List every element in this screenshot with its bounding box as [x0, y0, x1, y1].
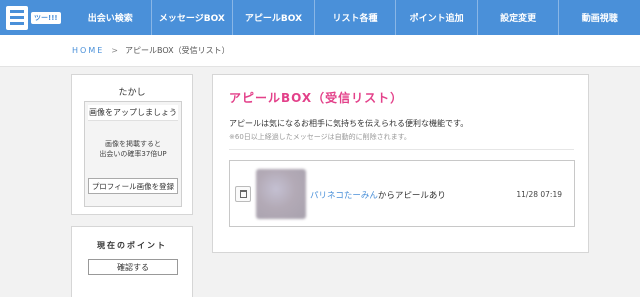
- list-item: パリネコたーみんからアピールあり 11/28 07:19: [229, 160, 575, 227]
- nav-item-search[interactable]: 出会い検索: [70, 0, 151, 35]
- logo-icon: [6, 5, 28, 30]
- nav-item-message-box[interactable]: メッセージBOX: [150, 0, 233, 35]
- appeal-timestamp: 11/28 07:19: [516, 190, 562, 199]
- check-points-button[interactable]: 確認する: [88, 259, 178, 275]
- nav-menu: 出会い検索 メッセージBOX アピールBOX リスト各種 ポイント追加 設定変更…: [70, 0, 640, 35]
- divider: [229, 149, 574, 150]
- nav-item-lists[interactable]: リスト各種: [313, 0, 396, 35]
- photo-text-line-2: 出会いの確率37倍UP: [99, 150, 167, 158]
- photo-text-line-1: 画像を掲載すると: [105, 140, 161, 148]
- nav-item-video[interactable]: 動画視聴: [558, 0, 640, 35]
- auto-delete-note: ※60日以上経過したメッセージは自動的に削除されます。: [229, 133, 411, 141]
- appeal-user-link[interactable]: パリネコたーみん: [310, 191, 378, 201]
- breadcrumb-home-link[interactable]: HOME: [72, 46, 104, 55]
- breadcrumb-current: アピールBOX（受信リスト）: [124, 46, 230, 55]
- nav-item-appeal-box[interactable]: アピールBOX: [232, 0, 314, 35]
- appeal-suffix: からアピールあり: [377, 191, 446, 201]
- delete-button[interactable]: [235, 186, 251, 202]
- user-panel: たかし 画像をアップしましょう 画像を掲載すると 出会いの確率37倍UP プロフ…: [71, 74, 193, 215]
- page-description: アピールは気になるお相手に気持ちを伝えられる便利な機能です。: [229, 119, 469, 128]
- photo-text: 画像を掲載すると 出会いの確率37倍UP: [85, 139, 181, 159]
- page-title: アピールBOX（受信リスト）: [229, 91, 404, 105]
- appeal-text: パリネコたーみんからアピールあり: [310, 189, 446, 201]
- avatar[interactable]: [256, 169, 306, 219]
- breadcrumb: HOME > アピールBOX（受信リスト）: [0, 35, 640, 67]
- breadcrumb-separator: >: [111, 46, 118, 55]
- points-panel: 現在のポイント 確認する: [71, 226, 193, 297]
- trash-icon: [239, 190, 247, 198]
- points-title: 現在のポイント: [97, 241, 167, 250]
- nav-item-add-points[interactable]: ポイント追加: [395, 0, 477, 35]
- register-photo-button[interactable]: プロフィール画像を登録: [88, 178, 178, 194]
- profile-photo-box: 画像をアップしましょう 画像を掲載すると 出会いの確率37倍UP プロフィール画…: [84, 101, 182, 207]
- user-name: たかし: [118, 88, 146, 98]
- site-logo[interactable]: ツー!!!: [0, 0, 70, 35]
- nav-item-settings[interactable]: 設定変更: [476, 0, 559, 35]
- photo-title: 画像をアップしましょう: [88, 105, 178, 121]
- appeal-box-panel: アピールBOX（受信リスト） アピールは気になるお相手に気持ちを伝えられる便利な…: [212, 74, 589, 253]
- logo-tag: ツー!!!: [31, 11, 61, 24]
- top-navbar: ツー!!! 出会い検索 メッセージBOX アピールBOX リスト各種 ポイント追…: [0, 0, 640, 35]
